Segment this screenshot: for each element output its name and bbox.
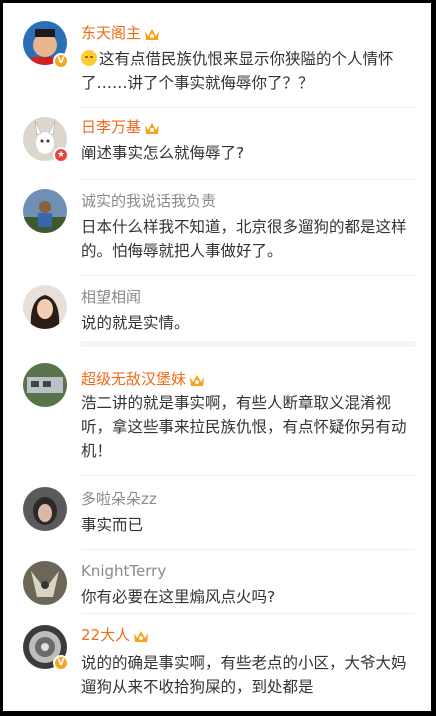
avatar[interactable] xyxy=(23,487,67,531)
comment-text: 阐述事实怎么就侮辱了? xyxy=(81,144,245,162)
comment-username[interactable]: 东天阁主 xyxy=(81,23,160,43)
vip-crown-icon xyxy=(190,374,205,386)
smirk-emoji-icon xyxy=(81,50,97,66)
comment-text: 日本什么样我不知道，北京很多遛狗的都是这样的。怕侮辱就把人事做好了。 xyxy=(81,218,407,260)
divider xyxy=(81,341,415,347)
comment-username[interactable]: 日李万基 xyxy=(81,117,160,137)
comment-text: 你有必要在这里煽风点火吗? xyxy=(81,588,276,606)
avatar[interactable] xyxy=(23,285,67,329)
divider xyxy=(81,179,415,180)
divider xyxy=(81,107,415,108)
comment-username[interactable]: 相望相闻 xyxy=(81,287,141,307)
comment-username[interactable]: 多啦朵朵zz xyxy=(81,489,157,509)
comment-username[interactable]: 超级无敌汉堡妹 xyxy=(81,369,205,389)
comment-username[interactable]: 诚实的我说话我负责 xyxy=(81,191,216,211)
vip-crown-icon xyxy=(145,28,160,40)
comment-text: 事实而已 xyxy=(81,516,144,534)
divider xyxy=(81,549,415,550)
vip-crown-icon xyxy=(134,630,149,642)
vip-crown-icon xyxy=(145,122,160,134)
verified-badge-icon: V xyxy=(53,53,69,69)
avatar[interactable] xyxy=(23,189,67,233)
comment-username[interactable]: 22大人 xyxy=(81,625,149,645)
divider xyxy=(81,475,415,476)
comment-text: 说的就是实情。 xyxy=(81,314,190,332)
avatar[interactable] xyxy=(23,363,67,407)
divider xyxy=(81,613,415,614)
comment-list: V 东天阁主 这有点借民族仇恨来显示你狭隘的个人情怀了……讲了个事实就侮辱你了？… xyxy=(3,3,431,711)
comment-text: 浩二讲的就是事实啊，有些人断章取义混淆视听，拿这些事来拉民族仇恨，有点怀疑你另有… xyxy=(81,394,407,460)
comment-username[interactable]: KnightTerry xyxy=(81,561,166,581)
verified-badge-icon: V xyxy=(53,655,69,671)
comment-text: 这有点借民族仇恨来显示你狭隘的个人情怀了……讲了个事实就侮辱你了？？ xyxy=(81,50,394,92)
avatar[interactable] xyxy=(23,561,67,605)
divider xyxy=(81,275,415,276)
verified-badge-icon: ★ xyxy=(53,147,69,163)
comment-text: 说的的确是事实啊，有些老点的小区，大爷大妈遛狗从来不收拾狗屎的，到处都是 xyxy=(81,654,407,696)
